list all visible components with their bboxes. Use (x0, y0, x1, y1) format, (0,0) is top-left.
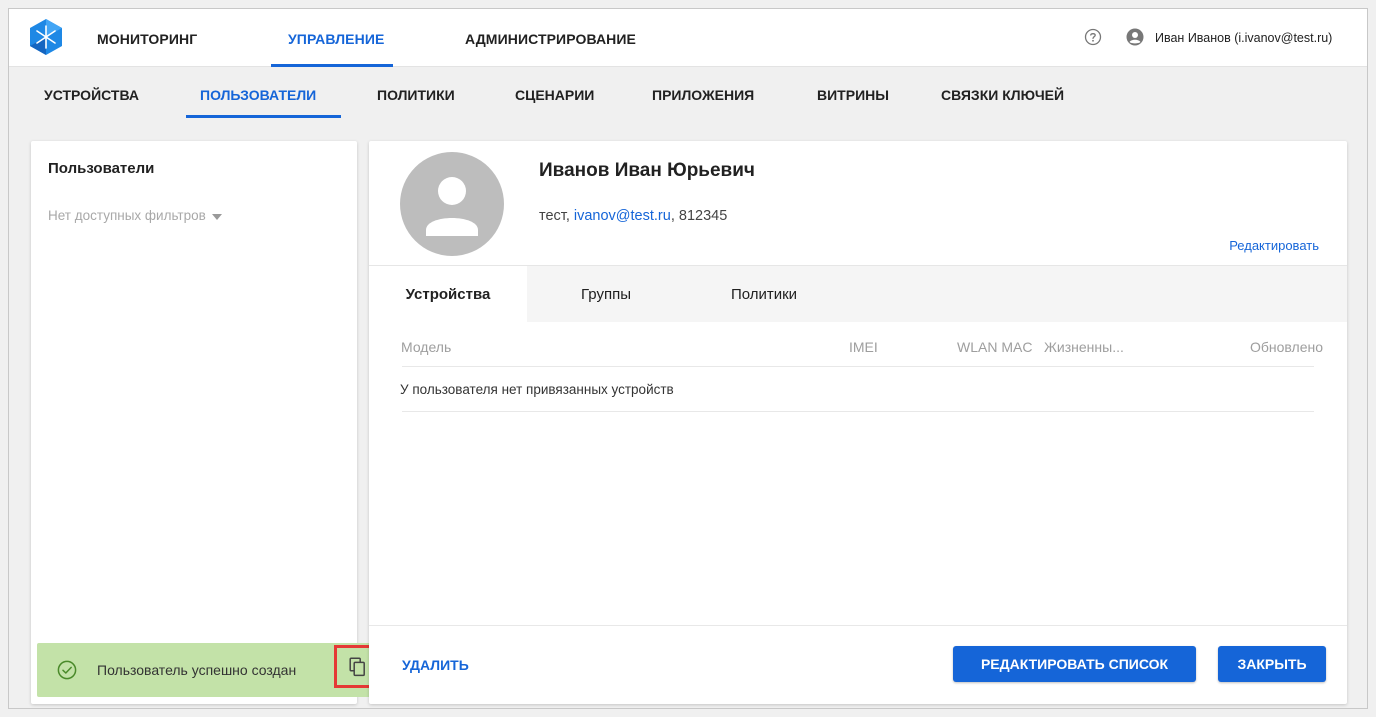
toast-message: Пользователь успешно создан (97, 662, 297, 678)
app-logo-icon[interactable] (30, 19, 62, 55)
subnav-devices[interactable]: УСТРОЙСТВА (44, 87, 139, 103)
account-icon[interactable] (1126, 28, 1144, 46)
subnav-applications[interactable]: ПРИЛОЖЕНИЯ (652, 87, 754, 103)
app-window: МОНИТОРИНГ УПРАВЛЕНИЕ АДМИНИСТРИРОВАНИЕ … (8, 8, 1368, 709)
tab-policies[interactable]: Политики (685, 266, 843, 323)
topnav-administration[interactable]: АДМИНИСТРИРОВАНИЕ (465, 31, 636, 47)
topnav-management[interactable]: УПРАВЛЕНИЕ (288, 31, 384, 47)
filter-dropdown[interactable]: Нет доступных фильтров (48, 208, 222, 223)
column-imei[interactable]: IMEI (849, 339, 878, 355)
subnav-scenarios[interactable]: СЦЕНАРИИ (515, 87, 594, 103)
empty-table-message: У пользователя нет привязанных устройств (400, 382, 674, 397)
table-divider (402, 366, 1314, 367)
user-phone: , 812345 (670, 208, 728, 224)
edit-list-button[interactable]: РЕДАКТИРОВАТЬ СПИСОК (953, 646, 1196, 682)
caret-down-icon (211, 213, 222, 220)
section-nav: УСТРОЙСТВА ПОЛЬЗОВАТЕЛИ ПОЛИТИКИ СЦЕНАРИ… (9, 68, 1367, 123)
subnav-active-indicator (186, 115, 341, 118)
subnav-policies[interactable]: ПОЛИТИКИ (377, 87, 455, 103)
column-updated[interactable]: Обновлено (1250, 339, 1323, 355)
user-email-link[interactable]: ivanov@test.ru (574, 208, 671, 224)
check-circle-icon (57, 660, 77, 680)
edit-user-link[interactable]: Редактировать (1229, 238, 1319, 253)
subnav-users[interactable]: ПОЛЬЗОВАТЕЛИ (200, 87, 316, 103)
success-toast: Пользователь успешно создан (37, 643, 379, 697)
person-icon (426, 177, 478, 236)
top-bar: МОНИТОРИНГ УПРАВЛЕНИЕ АДМИНИСТРИРОВАНИЕ … (9, 9, 1367, 67)
user-role: тест, (539, 208, 574, 224)
tab-groups[interactable]: Группы (527, 266, 685, 323)
column-model[interactable]: Модель (401, 339, 451, 355)
close-button[interactable]: ЗАКРЫТЬ (1218, 646, 1326, 682)
topnav-monitoring[interactable]: МОНИТОРИНГ (97, 31, 197, 47)
user-account-name[interactable]: Иван Иванов (i.ivanov@test.ru) (1155, 31, 1332, 45)
delete-button[interactable]: УДАЛИТЬ (402, 657, 469, 673)
table-divider (402, 411, 1314, 412)
user-detail-panel: Иванов Иван Юрьевич тест, ivanov@test.ru… (369, 141, 1347, 704)
help-icon[interactable] (1084, 28, 1102, 46)
avatar (400, 152, 504, 256)
column-wlan-mac[interactable]: WLAN MAC (957, 339, 1032, 355)
tab-devices[interactable]: Устройства (369, 266, 527, 323)
subnav-keychains[interactable]: СВЯЗКИ КЛЮЧЕЙ (941, 87, 1064, 103)
topnav-active-indicator (271, 64, 393, 67)
user-full-name: Иванов Иван Юрьевич (539, 160, 755, 181)
user-tabs: Устройства Группы Политики (369, 265, 1347, 323)
copy-icon (349, 657, 365, 677)
footer-divider (369, 625, 1347, 626)
users-list-panel: Пользователи Нет доступных фильтров (31, 141, 357, 704)
user-details: тест, ivanov@test.ru, 812345 (539, 208, 727, 224)
subnav-storefronts[interactable]: ВИТРИНЫ (817, 87, 889, 103)
users-panel-title: Пользователи (48, 160, 155, 177)
filter-label: Нет доступных фильтров (48, 208, 206, 223)
column-lifecycle[interactable]: Жизненны... (1044, 339, 1124, 355)
devices-table-header: Модель IMEI WLAN MAC Жизненны... Обновле… (369, 322, 1347, 366)
